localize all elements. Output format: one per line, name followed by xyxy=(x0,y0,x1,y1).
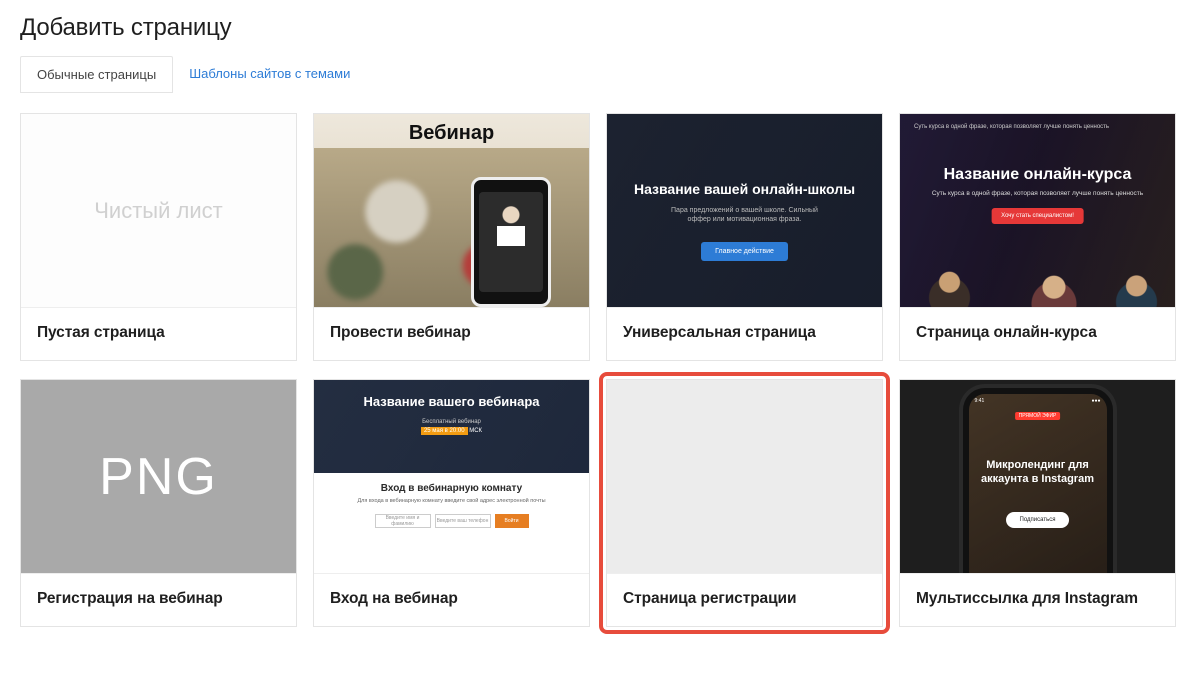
template-card-webinar[interactable]: Вебинар Провести вебинар xyxy=(313,113,590,361)
preview-webinar-login: Название вашего вебинара Бесплатный веби… xyxy=(314,380,589,573)
preview-universal: Название вашей онлайн-школы Пара предлож… xyxy=(607,114,882,307)
png-text: PNG xyxy=(99,447,218,507)
phone-frame: 9:41 ●●● ПРЯМОЙ ЭФИР Микролендинг для ак… xyxy=(963,388,1113,573)
template-card-course[interactable]: Суть курса в одной фразе, которая позвол… xyxy=(899,113,1176,361)
page-title: Добавить страницу xyxy=(20,14,1180,42)
hero-cta: Главное действие xyxy=(701,242,788,261)
wreg-title: Название вашего вебинара xyxy=(332,394,571,410)
preview-registration xyxy=(607,380,882,573)
card-label: Регистрация на вебинар xyxy=(21,573,296,626)
template-card-registration[interactable]: Страница регистрации xyxy=(606,379,883,627)
live-badge: ПРЯМОЙ ЭФИР xyxy=(1015,412,1061,420)
card-label: Мультиссылка для Instagram xyxy=(900,573,1175,626)
template-card-webinar-reg[interactable]: PNG Регистрация на вебинар xyxy=(20,379,297,627)
preview-blank: Чистый лист xyxy=(21,114,296,307)
course-cta: Хочу стать специалистом! xyxy=(991,208,1084,224)
wreg-form: Введите имя и фамилию Введите ваш телефо… xyxy=(332,514,571,528)
card-label: Провести вебинар xyxy=(314,307,589,360)
card-label: Страница онлайн-курса xyxy=(900,307,1175,360)
card-label: Вход на вебинар xyxy=(314,573,589,626)
wreg-submit: Войти xyxy=(495,514,529,528)
webinar-title: Вебинар xyxy=(314,122,589,145)
hero-title: Название вашей онлайн-школы xyxy=(634,180,855,198)
phone-icon xyxy=(471,177,551,307)
wreg-room-sub: Для входа в вебинарную комнату введите с… xyxy=(332,498,571,504)
template-card-universal[interactable]: Название вашей онлайн-школы Пара предлож… xyxy=(606,113,883,361)
preview-png-placeholder: PNG xyxy=(21,380,296,573)
template-card-webinar-login[interactable]: Название вашего вебинара Бесплатный веби… xyxy=(313,379,590,627)
tab-regular-pages[interactable]: Обычные страницы xyxy=(20,56,173,93)
template-grid: Чистый лист Пустая страница Вебинар Пров… xyxy=(20,113,1180,627)
ig-title: Микролендинг для аккаунта в Instagram xyxy=(979,458,1097,487)
webinar-scene xyxy=(314,148,589,307)
blank-text: Чистый лист xyxy=(94,198,222,224)
people-illustration xyxy=(900,245,1175,307)
tab-themed-templates[interactable]: Шаблоны сайтов с темами xyxy=(173,56,366,93)
hero-subtitle: Пара предложений о вашей школе. Сильный … xyxy=(660,206,830,224)
preview-webinar: Вебинар xyxy=(314,114,589,307)
wreg-sub: Бесплатный вебинар xyxy=(420,419,483,425)
card-label: Страница регистрации xyxy=(607,573,882,626)
template-card-instagram[interactable]: 9:41 ●●● ПРЯМОЙ ЭФИР Микролендинг для ак… xyxy=(899,379,1176,627)
ig-cta: Подписаться xyxy=(1006,512,1070,528)
card-label: Пустая страница xyxy=(21,307,296,360)
preview-course: Суть курса в одной фразе, которая позвол… xyxy=(900,114,1175,307)
course-title: Название онлайн-курса xyxy=(914,166,1161,184)
template-card-blank[interactable]: Чистый лист Пустая страница xyxy=(20,113,297,361)
course-sub: Суть курса в одной фразе, которая позвол… xyxy=(914,190,1161,197)
card-label: Универсальная страница xyxy=(607,307,882,360)
preview-instagram: 9:41 ●●● ПРЯМОЙ ЭФИР Микролендинг для ак… xyxy=(900,380,1175,573)
tabs: Обычные страницы Шаблоны сайтов с темами xyxy=(20,56,1180,93)
course-tiny: Суть курса в одной фразе, которая позвол… xyxy=(914,124,1109,130)
wreg-room-title: Вход в вебинарную комнату xyxy=(332,483,571,494)
wreg-field-name: Введите имя и фамилию xyxy=(375,514,431,528)
phone-statusbar: 9:41 ●●● xyxy=(975,398,1101,406)
wreg-field-phone: Введите ваш телефон xyxy=(435,514,491,528)
wreg-date: 25 мая в 20:00 МСК xyxy=(332,428,571,434)
